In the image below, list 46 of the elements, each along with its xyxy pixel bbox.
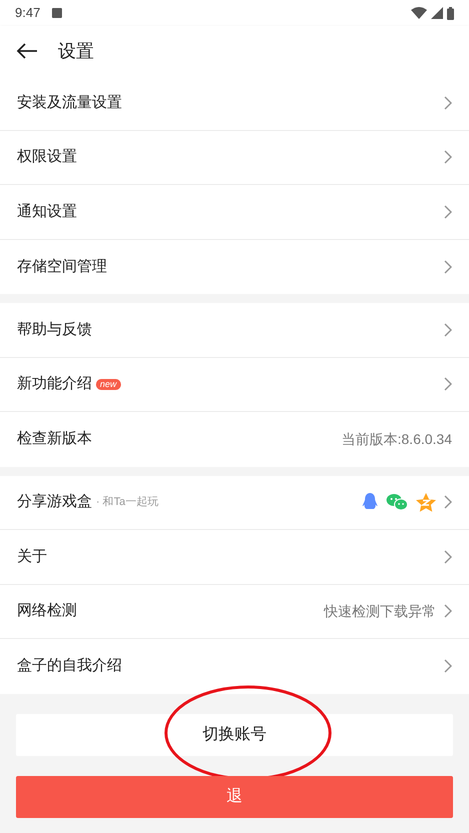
- chevron-right-icon: [444, 204, 452, 219]
- settings-row[interactable]: 检查新版本 当前版本:8.6.0.34: [0, 412, 469, 466]
- settings-row[interactable]: 盒子的自我介绍: [0, 639, 469, 694]
- chevron-right-icon: [444, 260, 452, 274]
- star-icon[interactable]: [416, 492, 436, 512]
- back-arrow-icon[interactable]: [16, 43, 38, 59]
- signal-icon: [431, 7, 443, 19]
- chevron-right-icon: [444, 322, 452, 337]
- status-time: 9:47: [15, 4, 40, 22]
- settings-row[interactable]: 新功能介绍 new: [0, 358, 469, 412]
- settings-row[interactable]: 权限设置: [0, 130, 469, 185]
- new-badge: new: [96, 378, 121, 390]
- row-label: 存储空间管理: [17, 256, 107, 276]
- row-value: 快速检测下载异常: [324, 602, 436, 621]
- row-label: 盒子的自我介绍: [17, 656, 122, 676]
- notification-icon: [52, 8, 62, 18]
- row-value: 当前版本:8.6.0.34: [342, 430, 452, 449]
- chevron-right-icon: [444, 96, 452, 110]
- settings-row[interactable]: 分享游戏盒 · 和Ta一起玩: [0, 476, 469, 530]
- settings-row[interactable]: 网络检测 快速检测下载异常: [0, 584, 469, 639]
- row-sublabel: · 和Ta一起玩: [96, 495, 158, 510]
- chevron-right-icon: [444, 495, 452, 510]
- switch-account-button[interactable]: 切换账号: [16, 714, 453, 756]
- battery-icon: [447, 6, 454, 20]
- chevron-right-icon: [444, 604, 452, 618]
- chevron-right-icon: [444, 659, 452, 674]
- chat-bubbles-icon[interactable]: [386, 493, 408, 512]
- row-label: 网络检测: [17, 601, 77, 621]
- settings-row[interactable]: 帮助与反馈: [0, 303, 469, 358]
- wifi-icon: [411, 7, 427, 19]
- settings-row[interactable]: 通知设置: [0, 185, 469, 240]
- row-label: 通知设置: [17, 202, 77, 222]
- row-label: 关于: [17, 546, 47, 566]
- page-title: 设置: [58, 40, 94, 62]
- chevron-right-icon: [444, 150, 452, 164]
- row-label: 权限设置: [17, 147, 77, 167]
- row-label: 安装及流量设置: [17, 92, 122, 112]
- row-label: 帮助与反馈: [17, 320, 92, 340]
- row-label: 新功能介绍: [17, 374, 92, 394]
- row-label: 检查新版本: [17, 429, 92, 449]
- row-label: 分享游戏盒: [17, 492, 92, 512]
- settings-row[interactable]: 安装及流量设置: [0, 76, 469, 130]
- chevron-right-icon: [444, 550, 452, 564]
- settings-row[interactable]: 存储空间管理: [0, 240, 469, 294]
- chevron-right-icon: [444, 377, 452, 392]
- settings-row[interactable]: 关于: [0, 530, 469, 584]
